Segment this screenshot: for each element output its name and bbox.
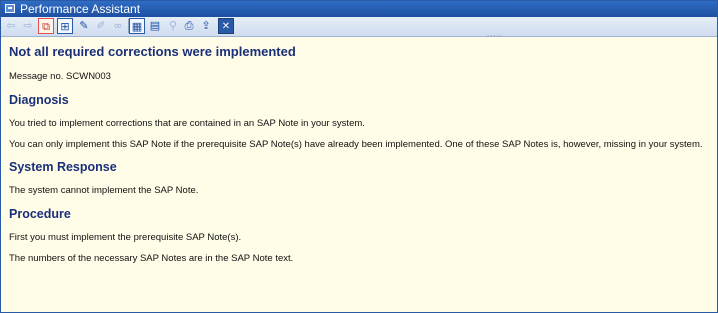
title-bar[interactable]: Performance Assistant (1, 1, 717, 17)
document-link-button[interactable]: ⧉ (38, 18, 54, 34)
resize-grip[interactable]: ▪▪▪▪▪ (487, 34, 503, 40)
window-title: Performance Assistant (20, 2, 141, 16)
print-button[interactable]: ⎙ (181, 18, 197, 34)
procedure-line: The numbers of the necessary SAP Notes a… (9, 253, 294, 264)
message-heading: Not all required corrections were implem… (9, 44, 296, 59)
procedure-heading: Procedure (9, 207, 71, 221)
edit-button[interactable]: ✎ (76, 18, 92, 34)
pin-button[interactable]: ⚲ (165, 18, 181, 34)
glasses-button[interactable]: ∞ (110, 18, 126, 34)
layout-button[interactable]: ▤ (147, 18, 163, 34)
system-response-heading: System Response (9, 160, 117, 174)
table-button[interactable]: ▦ (129, 18, 145, 34)
toolbar: ⇦ ⇨ ⧉ ⊞ ✎ ✐ ∞ ▦ ▤ ⚲ ⎙ ⇪ ✕ (1, 17, 717, 37)
window-icon (5, 4, 15, 13)
pen-button[interactable]: ✐ (93, 18, 109, 34)
performance-assistant-window: Performance Assistant ⇦ ⇨ ⧉ ⊞ ✎ ✐ ∞ ▦ ▤ … (0, 0, 718, 313)
message-number: Message no. SCWN003 (9, 71, 111, 82)
technical-info-button[interactable]: ⊞ (57, 18, 73, 34)
back-button[interactable]: ⇦ (3, 18, 19, 34)
export-button[interactable]: ⇪ (198, 18, 214, 34)
diagnosis-heading: Diagnosis (9, 93, 69, 107)
diagnosis-line: You can only implement this SAP Note if … (9, 139, 703, 150)
close-button[interactable]: ✕ (218, 18, 234, 34)
procedure-line: First you must implement the prerequisit… (9, 232, 242, 243)
system-response-line: The system cannot implement the SAP Note… (9, 185, 199, 196)
diagnosis-line: You tried to implement corrections that … (9, 118, 365, 129)
forward-button[interactable]: ⇨ (20, 18, 36, 34)
